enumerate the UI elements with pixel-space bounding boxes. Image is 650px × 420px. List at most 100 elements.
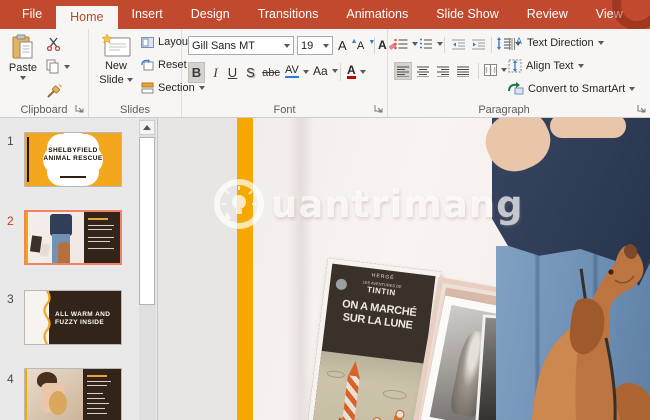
tab-slide-show[interactable]: Slide Show [422, 0, 513, 29]
font-size-dropdown-arrow-icon[interactable] [323, 44, 329, 48]
font-size-value: 19 [301, 40, 313, 52]
paste-label: Paste [9, 62, 37, 74]
italic-button[interactable]: I [207, 62, 224, 83]
poster-title: ON A MARCHÉ SUR LA LUNE [325, 296, 431, 334]
bullets-button[interactable] [394, 38, 418, 50]
group-clipboard: Paste [0, 29, 89, 117]
align-text-dropdown-arrow-icon [578, 64, 584, 68]
increase-indent-button[interactable] [469, 36, 487, 53]
grow-font-icon: A [338, 38, 347, 53]
text-shadow-button[interactable]: S [242, 62, 259, 83]
mini-text-line [88, 237, 114, 238]
tab-transitions[interactable]: Transitions [244, 0, 333, 29]
align-left-icon [397, 66, 409, 77]
tab-design[interactable]: Design [177, 0, 244, 29]
paste-dropdown-arrow-icon[interactable] [20, 76, 26, 80]
mini-heading-bar [88, 218, 108, 220]
format-painter-icon [46, 83, 62, 99]
underline-button[interactable]: U [224, 62, 241, 83]
align-text-label: Align Text [526, 60, 574, 72]
bullets-icon [394, 38, 408, 50]
reset-button[interactable]: Reset [141, 59, 187, 71]
group-slides: New Slide Layout Reset [89, 29, 182, 117]
character-spacing-button[interactable]: AV [285, 65, 309, 78]
font-color-dropdown-arrow-icon [360, 70, 366, 74]
format-painter-button[interactable] [46, 83, 62, 99]
slide-photo: HERGÉ LES AVENTURES DE TINTIN ON A MARCH… [253, 118, 650, 420]
mini-text-line [88, 229, 112, 230]
slides-group-label: Slides [89, 104, 181, 116]
font-size-combo[interactable]: 19 [297, 36, 333, 55]
mini-frame [40, 243, 50, 256]
numbering-icon [419, 38, 433, 50]
paste-button[interactable]: Paste [6, 34, 40, 80]
poster-moon-surface [310, 351, 424, 420]
slide-1-number: 1 [7, 134, 21, 148]
mini-text-line [87, 413, 107, 414]
font-dialog-launcher[interactable] [373, 103, 384, 114]
cut-button[interactable] [46, 37, 61, 51]
decrease-indent-button[interactable] [449, 36, 467, 53]
text-direction-button[interactable]: A Text Direction [508, 36, 604, 50]
slide-yellow-stripe [237, 118, 253, 420]
ribbon-tab-bar: File Home Insert Design Transitions Anim… [0, 0, 650, 29]
font-family-dropdown-arrow-icon[interactable] [284, 44, 290, 48]
strikethrough-button[interactable]: abc [260, 62, 282, 83]
slide-3-title: ALL WARM AND FUZZY INSIDE [55, 311, 110, 327]
convert-to-smartart-button[interactable]: Convert to SmartArt [508, 82, 635, 95]
copy-button[interactable] [46, 59, 70, 74]
new-slide-button[interactable]: New Slide [95, 34, 137, 86]
tab-insert[interactable]: Insert [118, 0, 177, 29]
tab-review[interactable]: Review [513, 0, 582, 29]
bold-button[interactable]: B [188, 62, 205, 83]
shrink-font-button[interactable]: A▼ [357, 40, 375, 52]
slide-editing-area[interactable]: HERGÉ LES AVENTURES DE TINTIN ON A MARCH… [158, 118, 650, 420]
tab-file[interactable]: File [8, 0, 56, 29]
mini-text-line [87, 393, 103, 394]
mini-text-line [88, 241, 110, 242]
clipboard-dialog-launcher[interactable] [74, 103, 85, 114]
new-slide-icon [101, 34, 131, 58]
font-color-button[interactable]: A [347, 65, 366, 79]
font-family-combo[interactable]: Gill Sans MT [188, 36, 294, 55]
tab-animations[interactable]: Animations [332, 0, 422, 29]
slide-4-thumbnail[interactable] [24, 368, 122, 420]
separator [374, 37, 375, 54]
slide-2-thumbnail[interactable] [24, 210, 122, 265]
decrease-indent-icon [452, 39, 465, 50]
smartart-label: Convert to SmartArt [528, 83, 625, 95]
new-slide-dropdown-arrow-icon [127, 78, 133, 82]
paragraph-group-label: Paragraph [388, 104, 620, 116]
slide-thumbnail-panel: 1 SHELBYFIELD ANIMAL RESCUE 2 [0, 118, 158, 420]
change-case-button[interactable]: Aa [313, 64, 338, 78]
smartart-dropdown-arrow-icon [629, 87, 635, 91]
numbering-button[interactable] [419, 38, 443, 50]
cut-icon [46, 37, 61, 51]
align-text-icon [508, 59, 522, 73]
bold-glyph: B [192, 65, 201, 80]
align-center-button[interactable] [414, 62, 432, 80]
align-left-button[interactable] [394, 62, 412, 80]
powerpoint-window: File Home Insert Design Transitions Anim… [0, 0, 650, 420]
justify-button[interactable] [454, 62, 472, 80]
grow-font-button[interactable]: A▲ [338, 38, 358, 53]
thumbnail-scrollbar-thumb[interactable] [139, 137, 155, 305]
align-center-icon [417, 66, 429, 77]
text-direction-label: Text Direction [527, 37, 594, 49]
underline-glyph: U [228, 65, 237, 80]
justify-icon [457, 66, 469, 77]
thumbnail-scrollbar-up-button[interactable] [139, 120, 155, 135]
tab-home[interactable]: Home [56, 6, 117, 29]
align-right-button[interactable] [434, 62, 452, 80]
slide-1-thumbnail[interactable]: SHELBYFIELD ANIMAL RESCUE [24, 132, 122, 187]
paste-icon [12, 34, 34, 60]
slide-3-number: 3 [7, 292, 21, 306]
align-text-button[interactable]: Align Text [508, 59, 584, 73]
slide-3-thumbnail[interactable]: ALL WARM AND FUZZY INSIDE [24, 290, 122, 345]
new-slide-label-line1: New [105, 60, 127, 72]
paragraph-dialog-launcher[interactable] [636, 103, 647, 114]
slide-4-text-panel [83, 369, 121, 420]
copy-dropdown-arrow-icon [64, 65, 70, 69]
slide-1-subtitle-bar [60, 176, 86, 178]
columns-button[interactable] [484, 64, 507, 76]
